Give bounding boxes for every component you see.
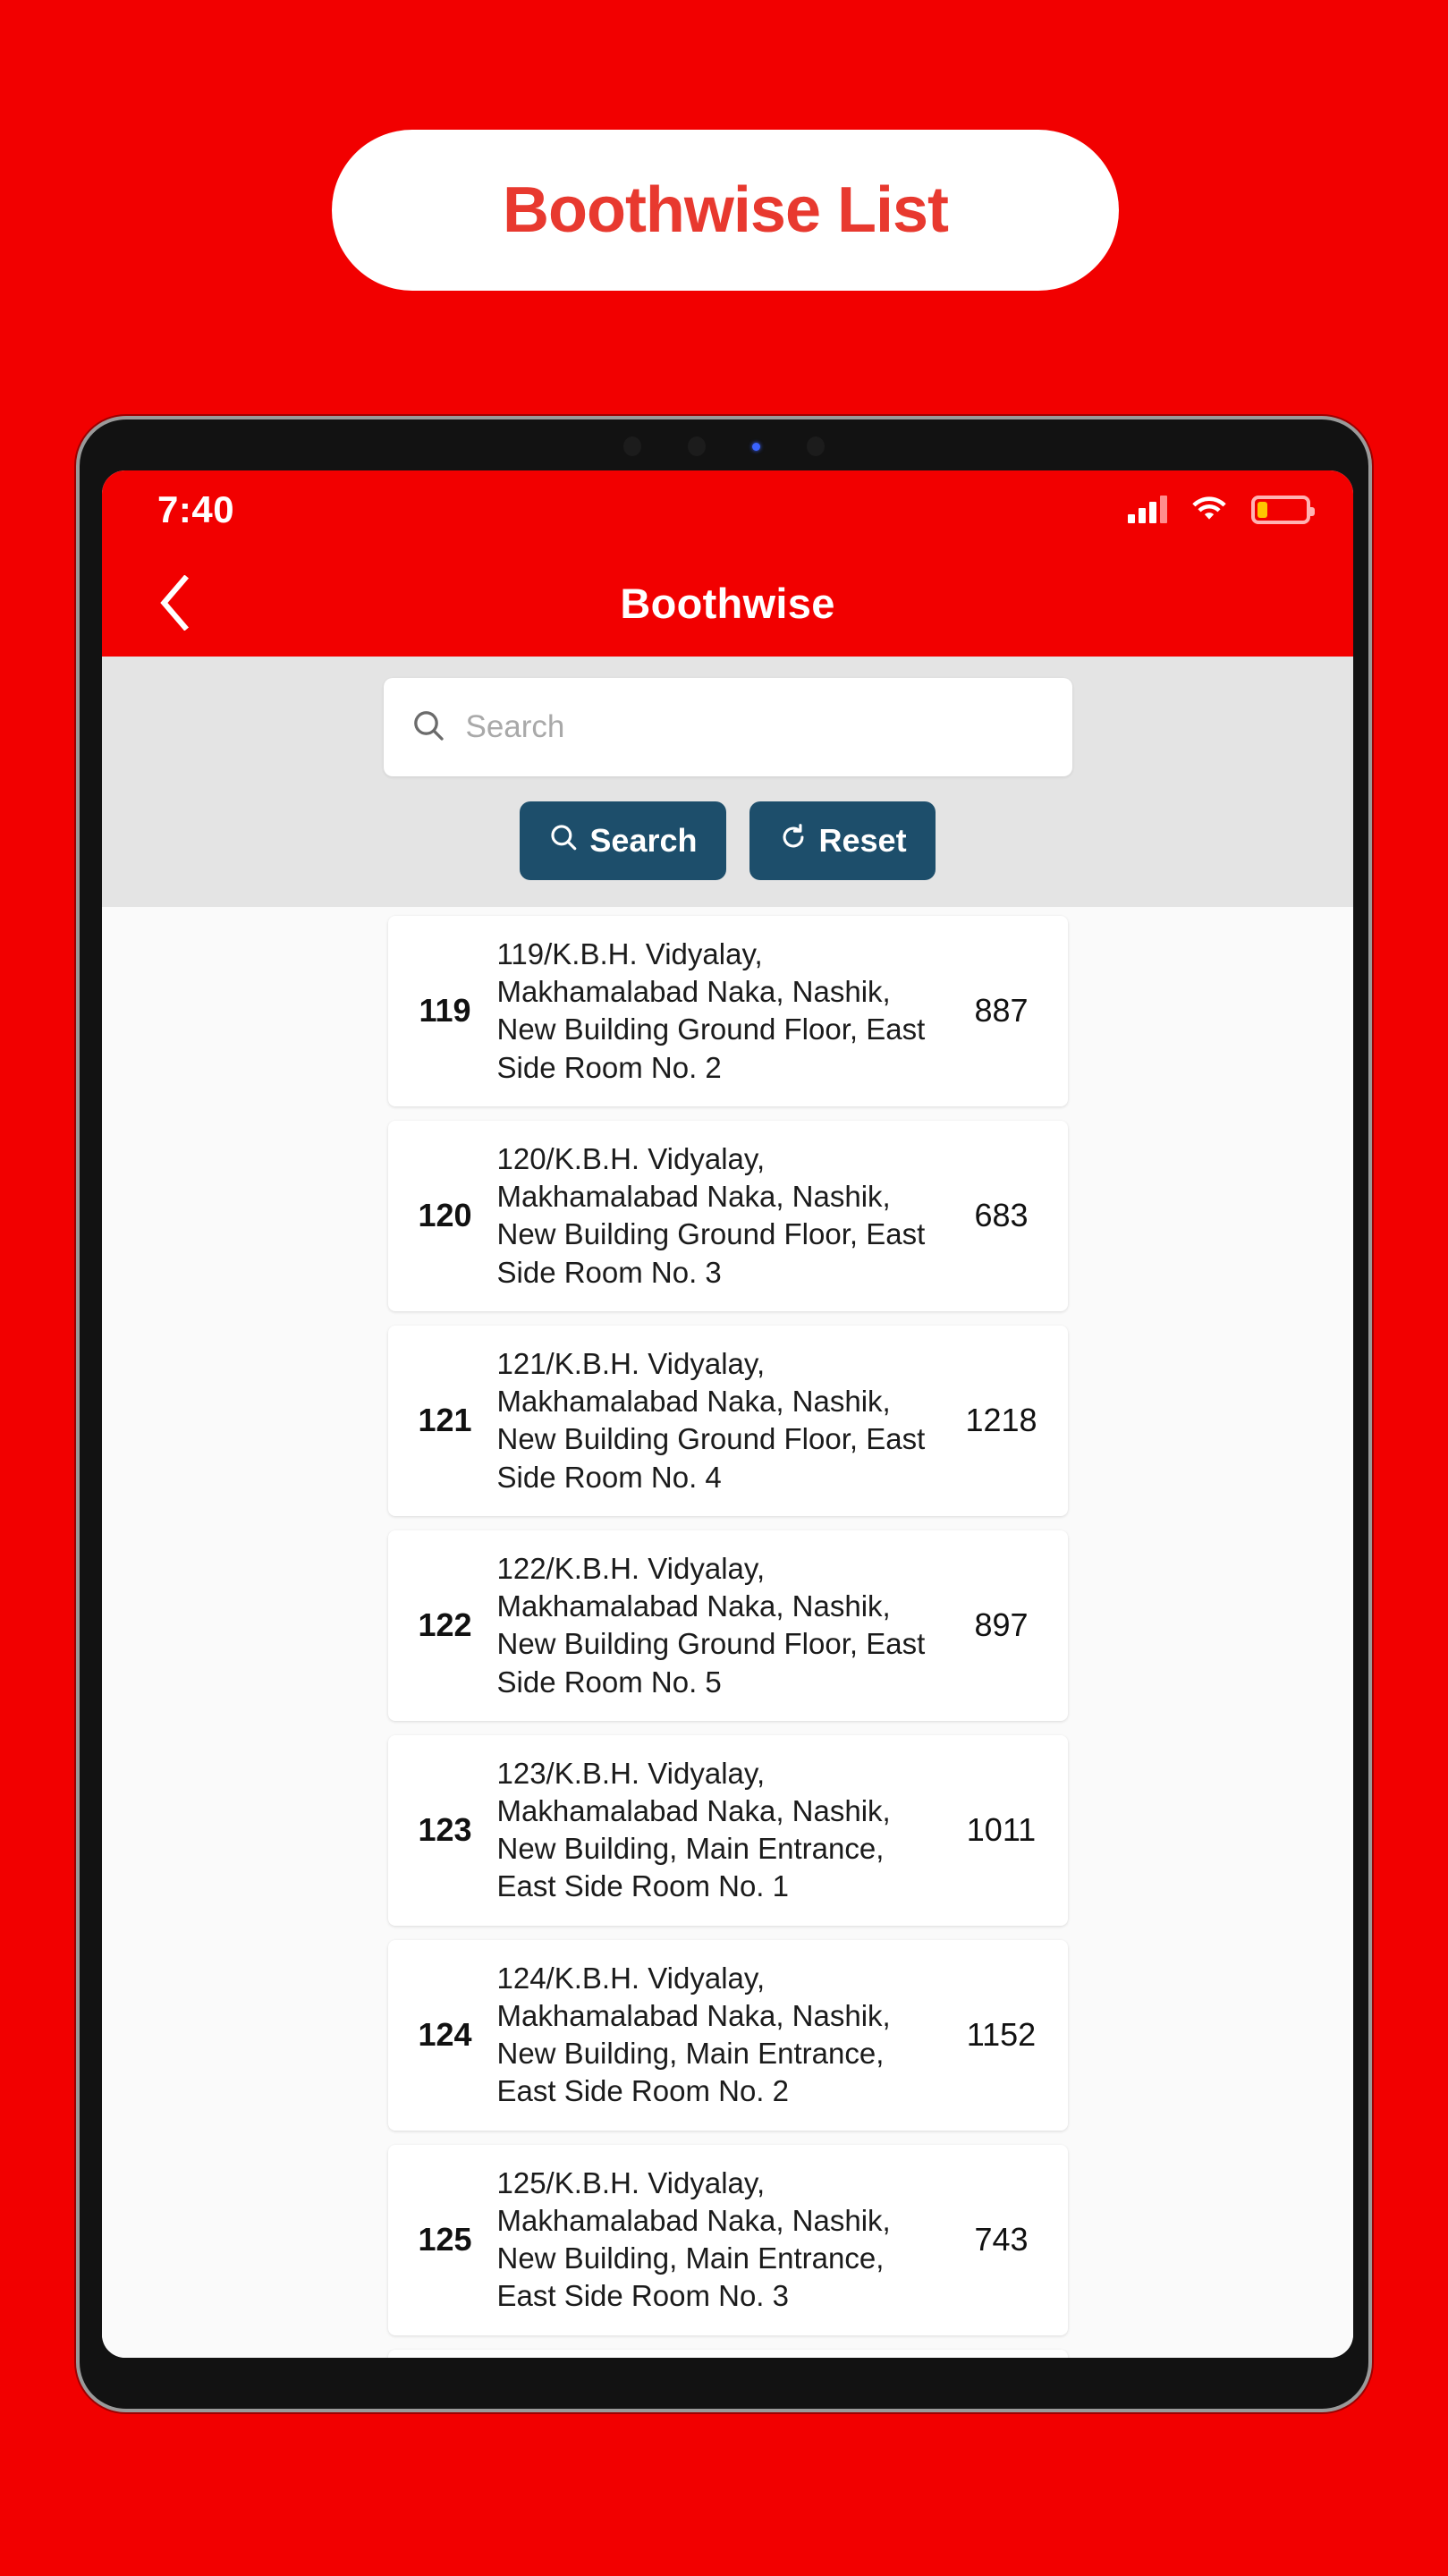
booth-name: 121/K.B.H. Vidyalay, Makhamalabad Naka, …: [496, 1346, 926, 1494]
search-button[interactable]: Search: [520, 801, 726, 880]
booth-number: 122: [418, 1606, 472, 1644]
promo-banner: Boothwise List: [332, 130, 1119, 291]
table-row[interactable]: 126126/K.B.H. Vidyalay, Makhamalabad Nak…: [387, 2349, 1068, 2358]
booth-name: 125/K.B.H. Vidyalay, Makhamalabad Naka, …: [496, 2165, 891, 2313]
table-row[interactable]: 122 122/K.B.H. Vidyalay, Makhamalabad Nak…: [387, 1530, 1068, 1721]
cellular-signal-icon: [1128, 496, 1167, 523]
status-icon-group: [1128, 494, 1315, 527]
booth-voter-count: 1152: [966, 2016, 1037, 2054]
booth-number: 120: [418, 1197, 472, 1234]
search-panel: Search Reset: [102, 657, 1353, 907]
booth-number: 124: [418, 2016, 472, 2054]
booth-voter-count: 897: [974, 1606, 1029, 1644]
reset-button-label: Reset: [818, 822, 907, 859]
booth-number: 119: [419, 992, 471, 1030]
table-row[interactable]: 120 120/K.B.H. Vidyalay, Makhamalabad Nak…: [387, 1120, 1068, 1311]
table-row[interactable]: 121 121/K.B.H. Vidyalay, Makhamalabad Nak…: [387, 1325, 1068, 1516]
search-button-label: Search: [589, 822, 698, 859]
bezel-sensor-cluster: [80, 419, 1368, 473]
ambient-light-sensor-icon: [807, 436, 825, 456]
booth-number: 123: [418, 1811, 472, 1849]
promo-title: Boothwise List: [502, 174, 949, 246]
booth-name: 120/K.B.H. Vidyalay, Makhamalabad Naka, …: [496, 1141, 926, 1289]
booth-voter-count: 683: [974, 1197, 1029, 1234]
booth-voter-count: 1011: [966, 1811, 1037, 1849]
camera-icon: [623, 436, 641, 456]
page-title: Boothwise: [620, 579, 835, 627]
booth-voter-count: 1218: [965, 1402, 1037, 1439]
booth-voter-count: 743: [974, 2221, 1029, 2258]
status-bar: 7:40: [102, 470, 1353, 549]
search-action-group: Search Reset: [520, 801, 936, 880]
battery-low-icon: [1251, 496, 1315, 524]
table-row[interactable]: 119 119/K.B.H. Vidyalay, Makhamalabad Nak…: [387, 916, 1068, 1106]
booth-number: 121: [418, 1402, 472, 1439]
booth-name: 122/K.B.H. Vidyalay, Makhamalabad Naka, …: [496, 1551, 926, 1699]
device-screen: 7:40 Boothwise Search Search Reset 119 1…: [102, 470, 1353, 2358]
search-input[interactable]: [465, 709, 1046, 745]
booth-number: 125: [418, 2221, 472, 2258]
table-row[interactable]: 125 125/K.B.H. Vidyalay, Makhamalabad Nak…: [387, 2144, 1068, 2335]
refresh-icon: [778, 822, 809, 860]
search-field[interactable]: [383, 678, 1072, 776]
tablet-device-frame: 7:40 Boothwise Search Search Reset 119 1…: [76, 416, 1372, 2412]
proximity-sensor-icon: [688, 436, 706, 456]
booth-name: 123/K.B.H. Vidyalay, Makhamalabad Naka, …: [496, 1756, 891, 1903]
reset-button[interactable]: Reset: [749, 801, 936, 880]
status-clock: 7:40: [157, 488, 235, 530]
app-bar: Boothwise: [102, 549, 1353, 657]
booth-voter-count: 887: [974, 992, 1029, 1030]
search-icon: [548, 822, 579, 860]
booth-list[interactable]: 119 119/K.B.H. Vidyalay, Makhamalabad Nak…: [102, 907, 1353, 2358]
wifi-icon: [1190, 494, 1228, 527]
table-row[interactable]: 123 123/K.B.H. Vidyalay, Makhamalabad Nak…: [387, 1734, 1068, 1926]
booth-name: 119/K.B.H. Vidyalay, Makhamalabad Naka, …: [496, 937, 926, 1084]
status-led-icon: [752, 442, 760, 451]
search-icon: [411, 708, 446, 748]
table-row[interactable]: 124 124/K.B.H. Vidyalay, Makhamalabad Nak…: [387, 1939, 1068, 2131]
back-button[interactable]: [143, 572, 206, 634]
booth-name: 124/K.B.H. Vidyalay, Makhamalabad Naka, …: [496, 1961, 891, 2108]
chevron-left-icon: [160, 575, 189, 631]
